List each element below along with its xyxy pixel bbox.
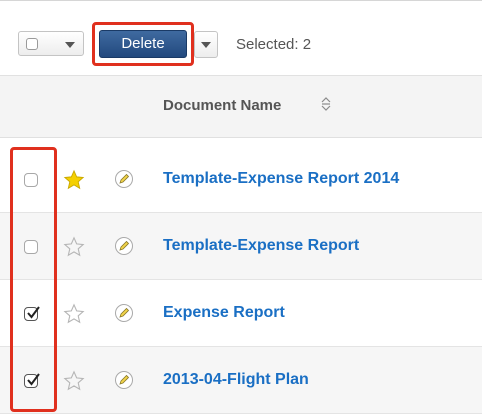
pencil-icon[interactable] bbox=[114, 169, 134, 189]
toolbar-divider bbox=[0, 0, 482, 1]
star-icon[interactable] bbox=[63, 169, 85, 191]
list-toolbar: Delete Selected: 2 bbox=[0, 0, 482, 76]
table-row: Template-Expense Report bbox=[0, 213, 482, 280]
star-icon[interactable] bbox=[63, 236, 85, 258]
document-name-link[interactable]: 2013-04-Flight Plan bbox=[163, 371, 309, 389]
document-name-link[interactable]: Template-Expense Report bbox=[163, 237, 359, 255]
checkbox-highlight-box bbox=[10, 147, 57, 412]
table-row: Expense Report bbox=[0, 280, 482, 347]
sort-icon[interactable] bbox=[321, 96, 331, 112]
select-all-checkbox[interactable] bbox=[26, 38, 38, 50]
table-row: Template-Expense Report 2014 bbox=[0, 146, 482, 213]
pencil-icon[interactable] bbox=[114, 370, 134, 390]
column-header-document-name[interactable]: Document Name bbox=[163, 97, 281, 114]
select-all-dropdown[interactable] bbox=[18, 31, 84, 56]
star-icon[interactable] bbox=[63, 370, 85, 392]
table-row: 2013-04-Flight Plan bbox=[0, 347, 482, 414]
document-name-link[interactable]: Expense Report bbox=[163, 304, 285, 322]
delete-button[interactable]: Delete bbox=[99, 30, 187, 58]
chevron-down-icon bbox=[65, 42, 75, 48]
star-icon[interactable] bbox=[63, 303, 85, 325]
pencil-icon[interactable] bbox=[114, 236, 134, 256]
delete-actions-dropdown[interactable] bbox=[194, 31, 218, 58]
chevron-down-icon bbox=[201, 42, 211, 48]
document-name-link[interactable]: Template-Expense Report 2014 bbox=[163, 170, 399, 188]
pencil-icon[interactable] bbox=[114, 303, 134, 323]
selected-count: Selected: 2 bbox=[236, 36, 312, 53]
